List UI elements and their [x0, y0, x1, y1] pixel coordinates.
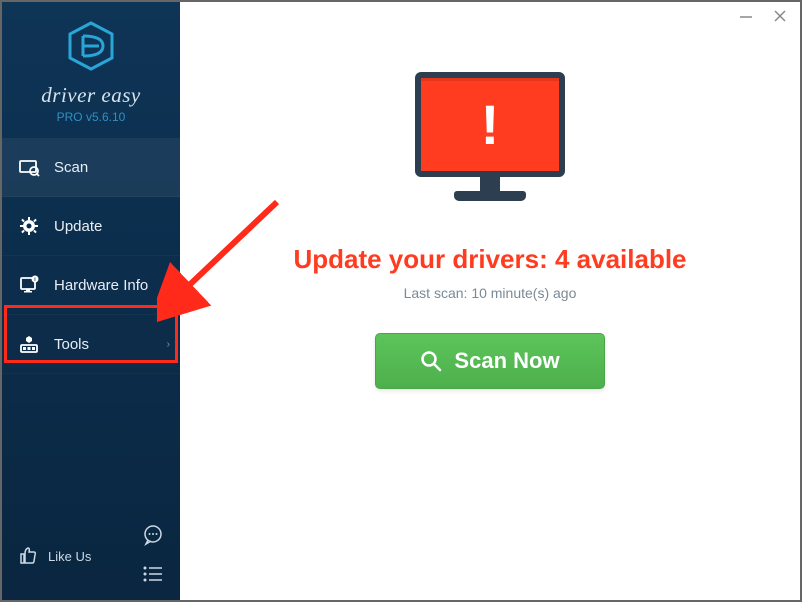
- menu-icon[interactable]: [142, 565, 164, 588]
- update-icon: [18, 215, 40, 237]
- close-button[interactable]: [772, 8, 788, 24]
- scan-icon: [18, 156, 40, 178]
- last-scan-text: Last scan: 10 minute(s) ago: [404, 285, 577, 301]
- main-panel: ! Update your drivers: 4 available Last …: [180, 2, 800, 600]
- search-icon: [420, 350, 442, 372]
- tools-icon: [18, 333, 40, 355]
- chevron-right-icon: ›: [167, 339, 170, 350]
- minimize-button[interactable]: [738, 8, 754, 24]
- sidebar-item-update[interactable]: Update: [2, 197, 180, 256]
- thumbs-up-icon: [18, 545, 38, 568]
- sidebar-item-label: Hardware Info: [54, 277, 148, 294]
- sidebar-item-label: Update: [54, 218, 102, 235]
- sidebar-item-hardware-info[interactable]: i Hardware Info ›: [2, 256, 180, 315]
- version-label: PRO v5.6.10: [2, 110, 180, 124]
- logo-icon: [2, 20, 180, 77]
- headline: Update your drivers: 4 available: [293, 244, 686, 275]
- sidebar-item-label: Scan: [54, 159, 88, 176]
- sidebar-item-label: Tools: [54, 336, 89, 353]
- monitor-screen: !: [415, 72, 565, 177]
- chevron-right-icon: ›: [167, 280, 170, 291]
- sidebar-item-tools[interactable]: Tools ›: [2, 315, 180, 374]
- feedback-icon[interactable]: [142, 524, 164, 551]
- logo-area: driver easy PRO v5.6.10: [2, 2, 180, 134]
- sidebar-footer: Like Us: [2, 512, 180, 600]
- brand-name: driver easy: [2, 83, 180, 108]
- alert-icon: !: [481, 92, 500, 157]
- hardware-info-icon: i: [18, 274, 40, 296]
- sidebar-item-scan[interactable]: Scan: [2, 138, 180, 197]
- like-us-label: Like Us: [48, 549, 91, 564]
- monitor-neck: [480, 177, 500, 191]
- monitor-illustration: !: [410, 72, 570, 222]
- scan-now-label: Scan Now: [454, 348, 559, 374]
- monitor-base: [454, 191, 526, 201]
- sidebar: driver easy PRO v5.6.10 Scan Update i Ha…: [2, 2, 180, 600]
- like-us-button[interactable]: Like Us: [18, 545, 91, 568]
- scan-now-button[interactable]: Scan Now: [375, 333, 604, 389]
- nav: Scan Update i Hardware Info › Tools ›: [2, 138, 180, 374]
